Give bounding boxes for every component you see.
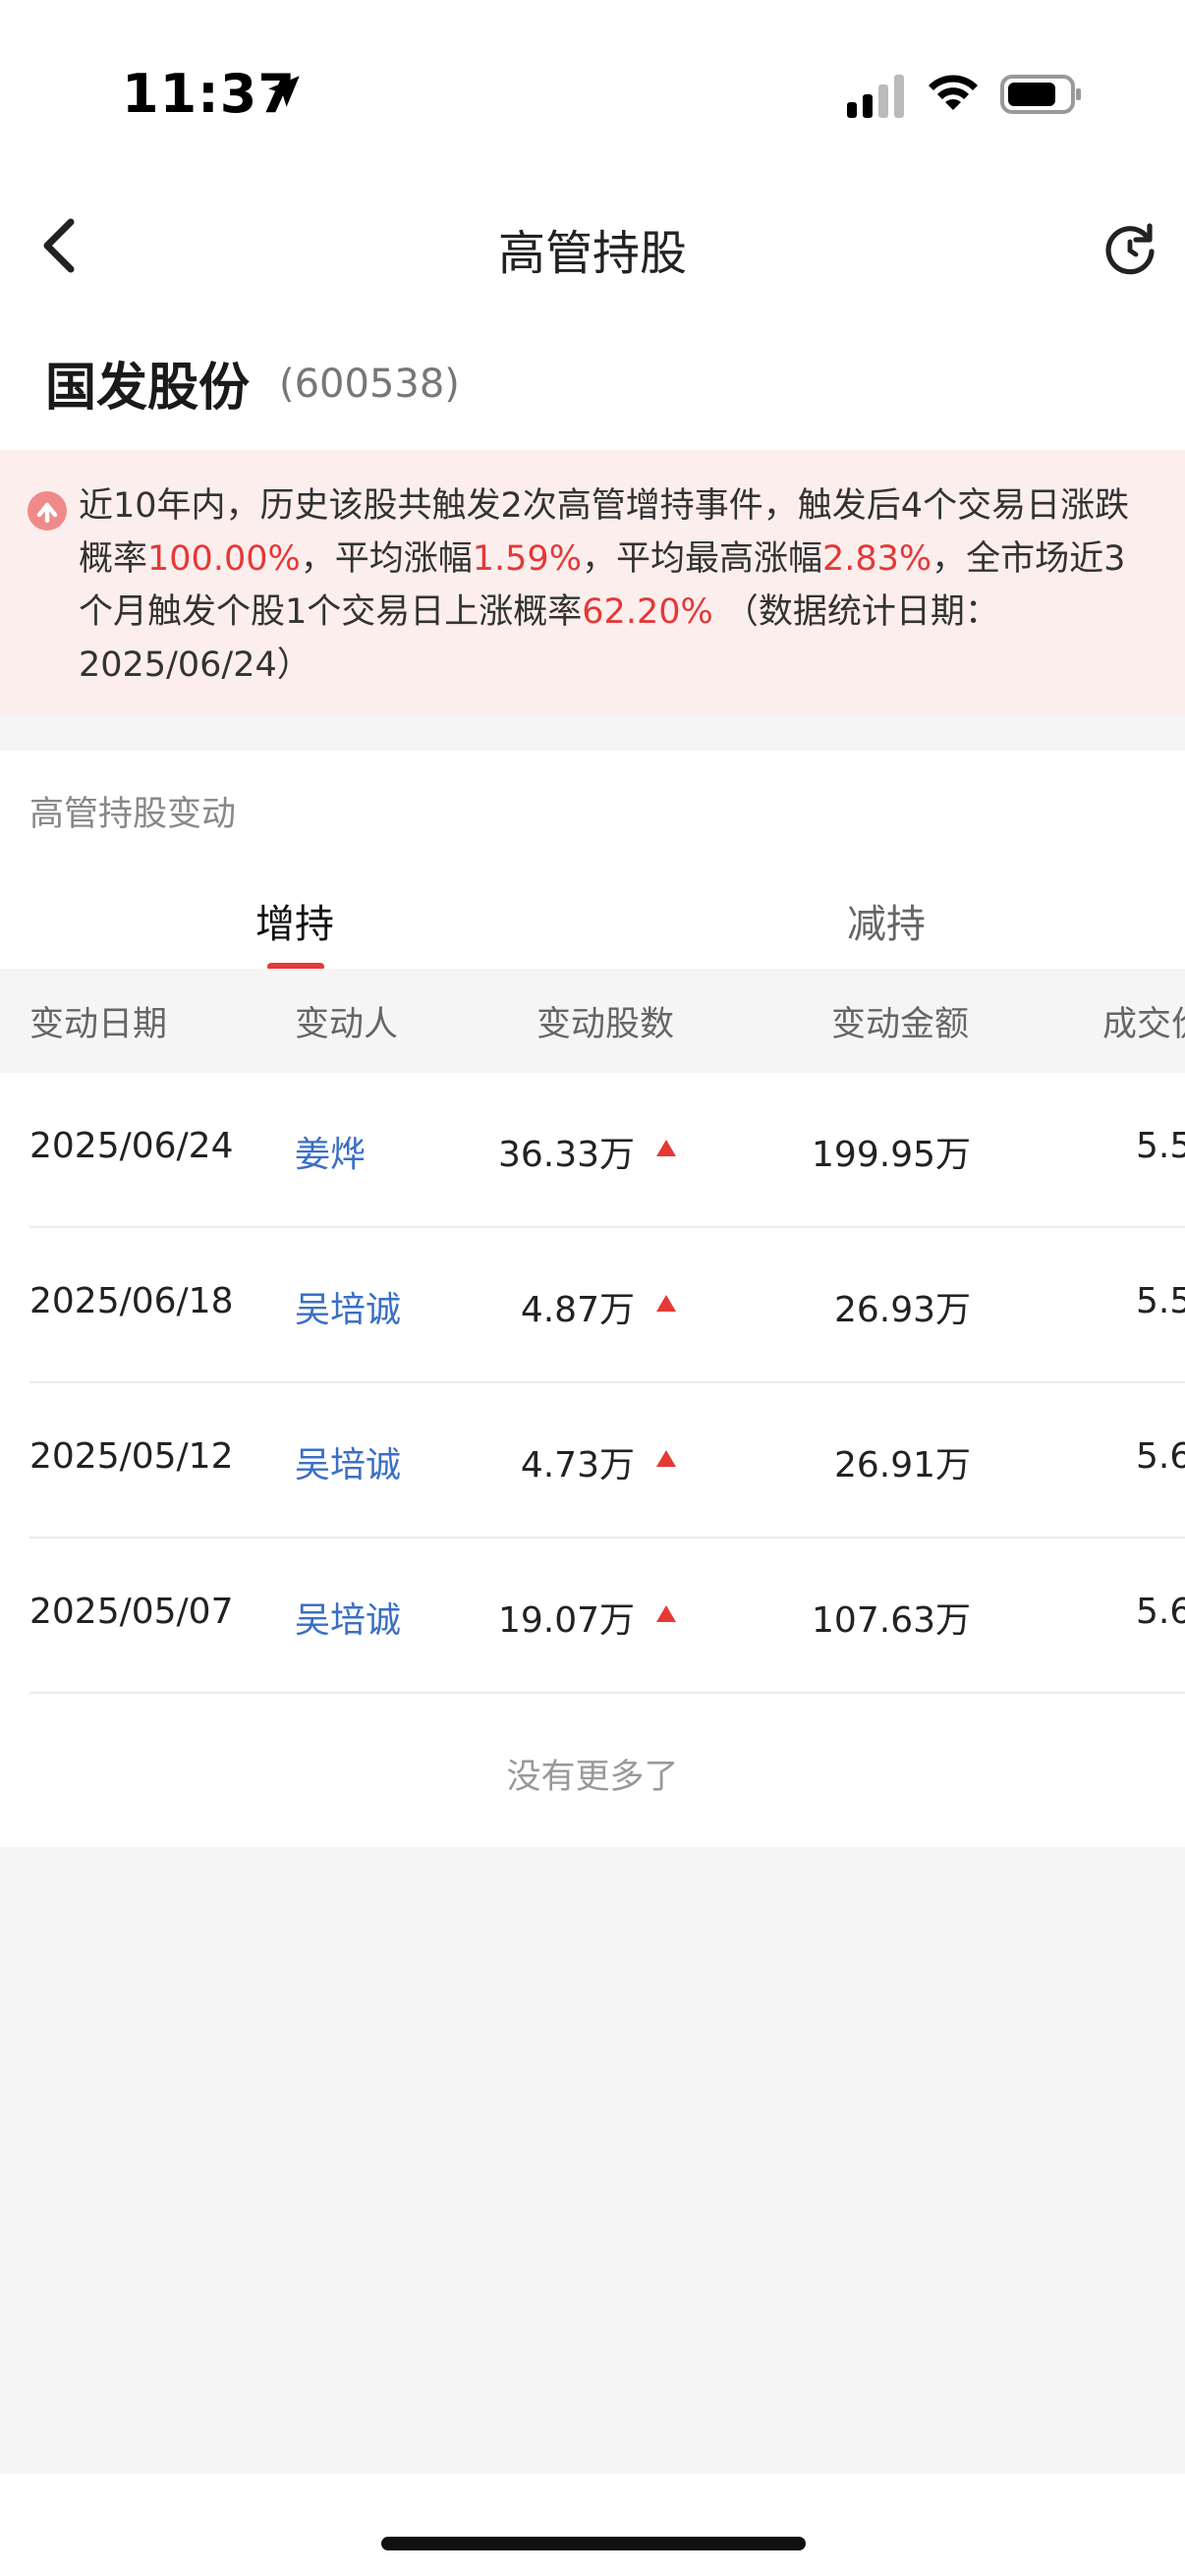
refresh-icon[interactable]: [1102, 220, 1157, 275]
cell-person-link[interactable]: 吴培诚: [295, 1436, 401, 1487]
statistics-banner: 近10年内，历史该股共触发2次高管增持事件，触发后4个交易日涨跌概率100.00…: [0, 450, 1185, 715]
rise-badge-icon: [28, 491, 67, 531]
nav-bar: 高管持股: [0, 167, 1185, 324]
battery-icon: [1000, 75, 1081, 114]
cell-amount: 107.63万: [812, 1600, 971, 1641]
column-header-date[interactable]: 变动日期: [29, 996, 167, 1046]
banner-avg-max-rise: 2.83%: [821, 539, 932, 579]
table-row[interactable]: 2025/06/24 姜烨 36.33万 199.95万 5.5: [0, 1073, 1185, 1228]
column-header-shares[interactable]: 变动股数: [536, 996, 674, 1046]
cell-date: 2025/06/18: [29, 1281, 234, 1321]
table-row[interactable]: 2025/06/18 吴培诚 4.87万 26.93万 5.5: [0, 1228, 1185, 1383]
column-header-amount[interactable]: 变动金额: [831, 996, 969, 1046]
cell-amount: 199.95万: [812, 1135, 971, 1175]
cell-date: 2025/05/12: [29, 1436, 234, 1477]
no-more-footer: 没有更多了: [506, 1758, 679, 1797]
stock-name: 国发股份: [45, 359, 251, 418]
cell-price: 5.6: [1136, 1436, 1185, 1477]
holdings-change-card: 高管持股变动 增持 减持 变动日期 变动人 变动股数 变动金额 成交价 2025…: [0, 751, 1185, 1847]
cell-price: 5.6: [1136, 1592, 1185, 1632]
cell-date: 2025/06/24: [29, 1126, 234, 1166]
banner-market-rate: 62.20%: [582, 592, 713, 632]
home-indicator[interactable]: [381, 2537, 806, 2550]
section-title: 高管持股变动: [29, 795, 237, 834]
banner-avg-rise: 1.59%: [472, 539, 582, 579]
cell-price: 5.5: [1136, 1126, 1185, 1166]
banner-text-3: ，平均最高涨幅: [581, 539, 822, 579]
cell-person-link[interactable]: 吴培诚: [295, 1281, 401, 1332]
cell-shares: 4.73万: [520, 1445, 635, 1485]
cell-shares: 4.87万: [520, 1290, 635, 1330]
cellular-signal-icon: [847, 75, 904, 118]
stock-header: 国发股份 (600538): [0, 324, 1185, 450]
status-bar: 11:37: [0, 0, 1185, 167]
page: 11:37 高管持股 国发股份 (600538) 近10年内，历史该股共触发2次…: [0, 0, 1185, 2576]
cell-person-link[interactable]: 姜烨: [295, 1126, 366, 1177]
home-indicator-area: [0, 2474, 1185, 2576]
table-row[interactable]: 2025/05/07 吴培诚 19.07万 107.63万 5.6: [0, 1539, 1185, 1694]
wifi-icon: [929, 75, 978, 110]
cell-amount: 26.93万: [833, 1290, 971, 1330]
table-row[interactable]: 2025/05/12 吴培诚 4.73万 26.91万 5.6: [0, 1383, 1185, 1539]
up-triangle-icon: [656, 1140, 676, 1156]
column-header-person[interactable]: 变动人: [295, 996, 398, 1046]
location-arrow-icon: [268, 76, 300, 107]
column-header-price[interactable]: 成交价: [1102, 996, 1185, 1046]
cell-shares: 36.33万: [497, 1135, 635, 1175]
banner-rate-up: 100.00%: [147, 539, 301, 579]
tab-bar: 增持 减持: [0, 868, 1185, 977]
table-header: 变动日期 变动人 变动股数 变动金额 成交价: [0, 969, 1185, 1073]
stock-code: (600538): [279, 362, 460, 407]
tab-increase[interactable]: 增持: [255, 892, 334, 949]
row-divider: [29, 1692, 1185, 1694]
up-triangle-icon: [656, 1450, 676, 1467]
tab-decrease[interactable]: 减持: [847, 892, 926, 949]
cell-price: 5.5: [1136, 1281, 1185, 1321]
cell-amount: 26.91万: [833, 1445, 971, 1485]
cell-shares: 19.07万: [497, 1600, 635, 1641]
page-title: 高管持股: [497, 226, 687, 281]
up-triangle-icon: [656, 1605, 676, 1622]
up-triangle-icon: [656, 1295, 676, 1312]
banner-text-2: ，平均涨幅: [300, 539, 473, 579]
cell-date: 2025/05/07: [29, 1592, 234, 1632]
cell-person-link[interactable]: 吴培诚: [295, 1592, 401, 1643]
